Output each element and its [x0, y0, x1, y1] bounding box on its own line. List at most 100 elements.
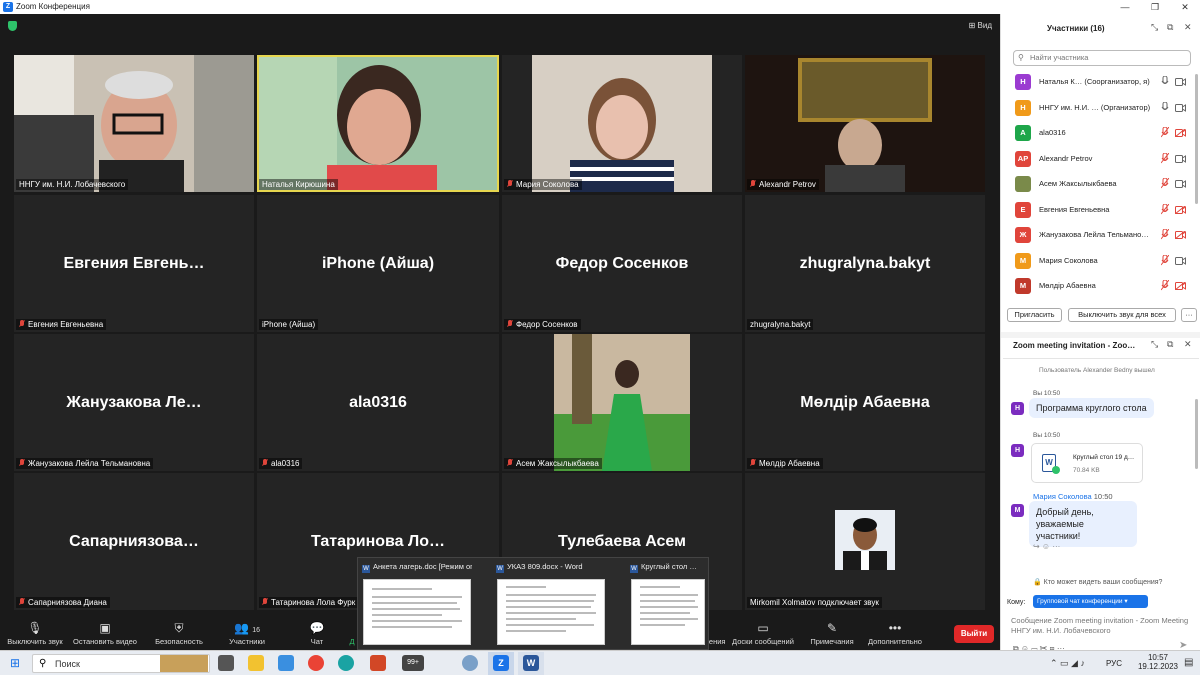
powerpoint-icon[interactable] [370, 655, 386, 671]
camera-icon[interactable] [1175, 103, 1186, 112]
window-preview[interactable]: W УКАЗ 809.docx - Word [492, 558, 610, 651]
zoom-taskbar-button[interactable]: Z [488, 652, 514, 675]
video-tile[interactable]: iPhone (Айша) iPhone (Айша) [257, 195, 499, 332]
close-panel-icon[interactable]: ✕ [1184, 22, 1192, 33]
participants-more-button[interactable]: ··· [1181, 308, 1197, 322]
file-explorer-icon[interactable] [248, 655, 264, 671]
muted-mic-icon[interactable] [1161, 127, 1169, 138]
mic-icon[interactable] [1161, 101, 1169, 113]
view-button[interactable]: ⊞ Вид [969, 21, 992, 30]
muted-mic-icon[interactable] [1161, 152, 1169, 164]
camera-off-icon[interactable] [1175, 205, 1186, 214]
muted-mic-icon[interactable] [1161, 280, 1169, 291]
muted-mic-icon [750, 180, 756, 188]
scrollbar[interactable] [1195, 399, 1198, 469]
popout-icon[interactable]: ⧉ [1167, 22, 1173, 33]
encryption-shield-icon[interactable] [8, 21, 17, 31]
participant-row[interactable]: Е Евгения Евгеньевна [1001, 198, 1191, 222]
minimize-icon[interactable]: — [1110, 0, 1140, 14]
video-tile[interactable]: ala0316 ala0316 [257, 334, 499, 471]
video-tile[interactable]: Федор Сосенков Федор Сосенков [502, 195, 742, 332]
muted-mic-icon [19, 320, 25, 328]
muted-mic-icon[interactable] [1161, 229, 1169, 240]
window-preview[interactable]: W Анкета лагерь.doc [Режим ог… [358, 558, 476, 651]
app-icon[interactable] [462, 655, 478, 671]
language-indicator[interactable]: РУС [1106, 659, 1122, 668]
video-tile[interactable]: Наталья Кирюшина [257, 55, 499, 192]
recipient-dropdown[interactable]: Групповой чат конференции ▾ [1033, 595, 1148, 608]
mute-button[interactable]: 🎙 Выключить звук [0, 618, 70, 646]
popout-icon[interactable]: ⧉ [1167, 339, 1173, 350]
video-tile[interactable]: Мария Соколова [502, 55, 742, 192]
notes-button[interactable]: ✎ Примечания [797, 618, 867, 646]
task-view-icon[interactable] [218, 655, 234, 671]
video-tile[interactable]: Асем Жаксылыкбаева [502, 334, 742, 471]
who-can-see-link[interactable]: 🔒 Кто может видеть ваши сообщения? [1033, 578, 1162, 586]
video-tile[interactable]: Мөлдір Абаевна Мөлдір Абаевна [745, 334, 985, 471]
more-button[interactable]: ••• Дополнительно [860, 618, 930, 646]
video-tile[interactable]: ННГУ им. Н.И. Лобачевского [14, 55, 254, 192]
invite-button[interactable]: Пригласить [1007, 308, 1062, 322]
maximize-icon[interactable]: ❐ [1140, 0, 1170, 14]
camera-icon[interactable] [1175, 256, 1186, 265]
word-taskbar-button[interactable]: W [518, 652, 544, 675]
whiteboards-label: Доски сообщений [732, 637, 794, 646]
participant-search-input[interactable]: ⚲ Найти участника [1013, 50, 1191, 66]
security-button[interactable]: ⛨ Безопасность [144, 618, 214, 646]
close-icon[interactable]: ✕ [1170, 0, 1200, 14]
collapse-icon[interactable]: ⤡ [1151, 339, 1158, 350]
whiteboards-button[interactable]: ▭ Доски сообщений [728, 618, 798, 646]
participant-row[interactable]: Ж Жанузакова Лейла Тельмано… [1001, 223, 1191, 247]
participants-button[interactable]: 👥 16 Участники [212, 618, 282, 646]
video-tile[interactable]: Alexandr Petrov [745, 55, 985, 192]
tile-display-name: Жанузакова Ле… [66, 393, 202, 411]
chat-input[interactable]: Сообщение Zoom meeting invitation - Zoom… [1011, 616, 1193, 636]
camera-off-icon[interactable] [1175, 282, 1186, 290]
clock[interactable]: 10:57 19.12.2023 [1136, 653, 1180, 671]
participant-row[interactable]: Асем Жаксылыкбаева [1001, 172, 1191, 196]
video-tile[interactable]: Mirkomil Xolmatov подключает звук [745, 473, 985, 610]
muted-mic-icon[interactable] [1161, 178, 1169, 189]
close-chat-icon[interactable]: ✕ [1184, 339, 1192, 350]
stop-video-button[interactable]: ▣ Остановить видео [70, 618, 140, 646]
store-icon[interactable] [278, 655, 294, 671]
leave-button[interactable]: Выйти [954, 625, 994, 643]
scrollbar[interactable] [1195, 74, 1198, 204]
avatar: Ж [1015, 227, 1031, 243]
edge-icon[interactable] [338, 655, 354, 671]
muted-mic-icon[interactable] [1161, 203, 1169, 215]
participant-row[interactable]: AP Alexandr Petrov [1001, 147, 1191, 171]
tile-name-label: Евгения Евгеньевна [28, 320, 104, 329]
video-tile[interactable]: Евгения Евгень… Евгения Евгеньевна [14, 195, 254, 332]
message-actions[interactable]: ↪ ☺ ··· [1033, 542, 1060, 551]
participants-count: 16 [252, 627, 261, 634]
preview-title: Анкета лагерь.doc [Режим ог… [373, 562, 472, 571]
participant-row[interactable]: М Мария Соколова [1001, 249, 1191, 273]
mic-icon[interactable] [1161, 76, 1169, 87]
participant-row[interactable]: М Мөлдір Абаевна [1001, 274, 1191, 298]
windows-start-icon[interactable]: ⊞ [10, 657, 20, 669]
participant-row[interactable]: Aala0316 [1001, 121, 1191, 145]
video-tile[interactable]: Сапарниязова… Сапарниязова Диана [14, 473, 254, 610]
video-tile[interactable]: zhugralyna.bakyt zhugralyna.bakyt [745, 195, 985, 332]
camera-icon[interactable] [1175, 180, 1186, 188]
participant-row[interactable]: Н Наталья К… (Соорганизатор, я) [1001, 70, 1191, 94]
notifications-icon[interactable]: ▤ [1184, 657, 1193, 668]
camera-off-icon[interactable] [1175, 129, 1186, 137]
camera-icon[interactable] [1175, 78, 1186, 86]
window-preview[interactable]: W Круглый стол … [626, 558, 710, 651]
tray-icons[interactable]: ⌃ ▭ ◢ ♪ [1050, 658, 1085, 669]
notification-badge[interactable]: 99+ [402, 655, 424, 671]
tile-name-label: Mirkomil Xolmatov подключает звук [750, 598, 879, 607]
participant-row[interactable]: Н ННГУ им. Н.И. … (Организатор) [1001, 96, 1191, 120]
chrome-icon[interactable] [308, 655, 324, 671]
collapse-icon[interactable]: ⤡ [1151, 22, 1158, 33]
camera-icon[interactable] [1175, 154, 1186, 163]
file-attachment[interactable]: W Круглый стол 19 д… 70.84 KB [1031, 443, 1143, 483]
window-title: Zoom Конференция [16, 2, 90, 11]
video-tile[interactable]: Жанузакова Ле… Жанузакова Лейла Тельмано… [14, 334, 254, 471]
muted-mic-icon[interactable] [1161, 254, 1169, 266]
camera-off-icon[interactable] [1175, 231, 1186, 239]
mute-all-button[interactable]: Выключить звук для всех [1068, 308, 1176, 322]
tile-name-label: Мөлдір Абаевна [759, 459, 820, 468]
